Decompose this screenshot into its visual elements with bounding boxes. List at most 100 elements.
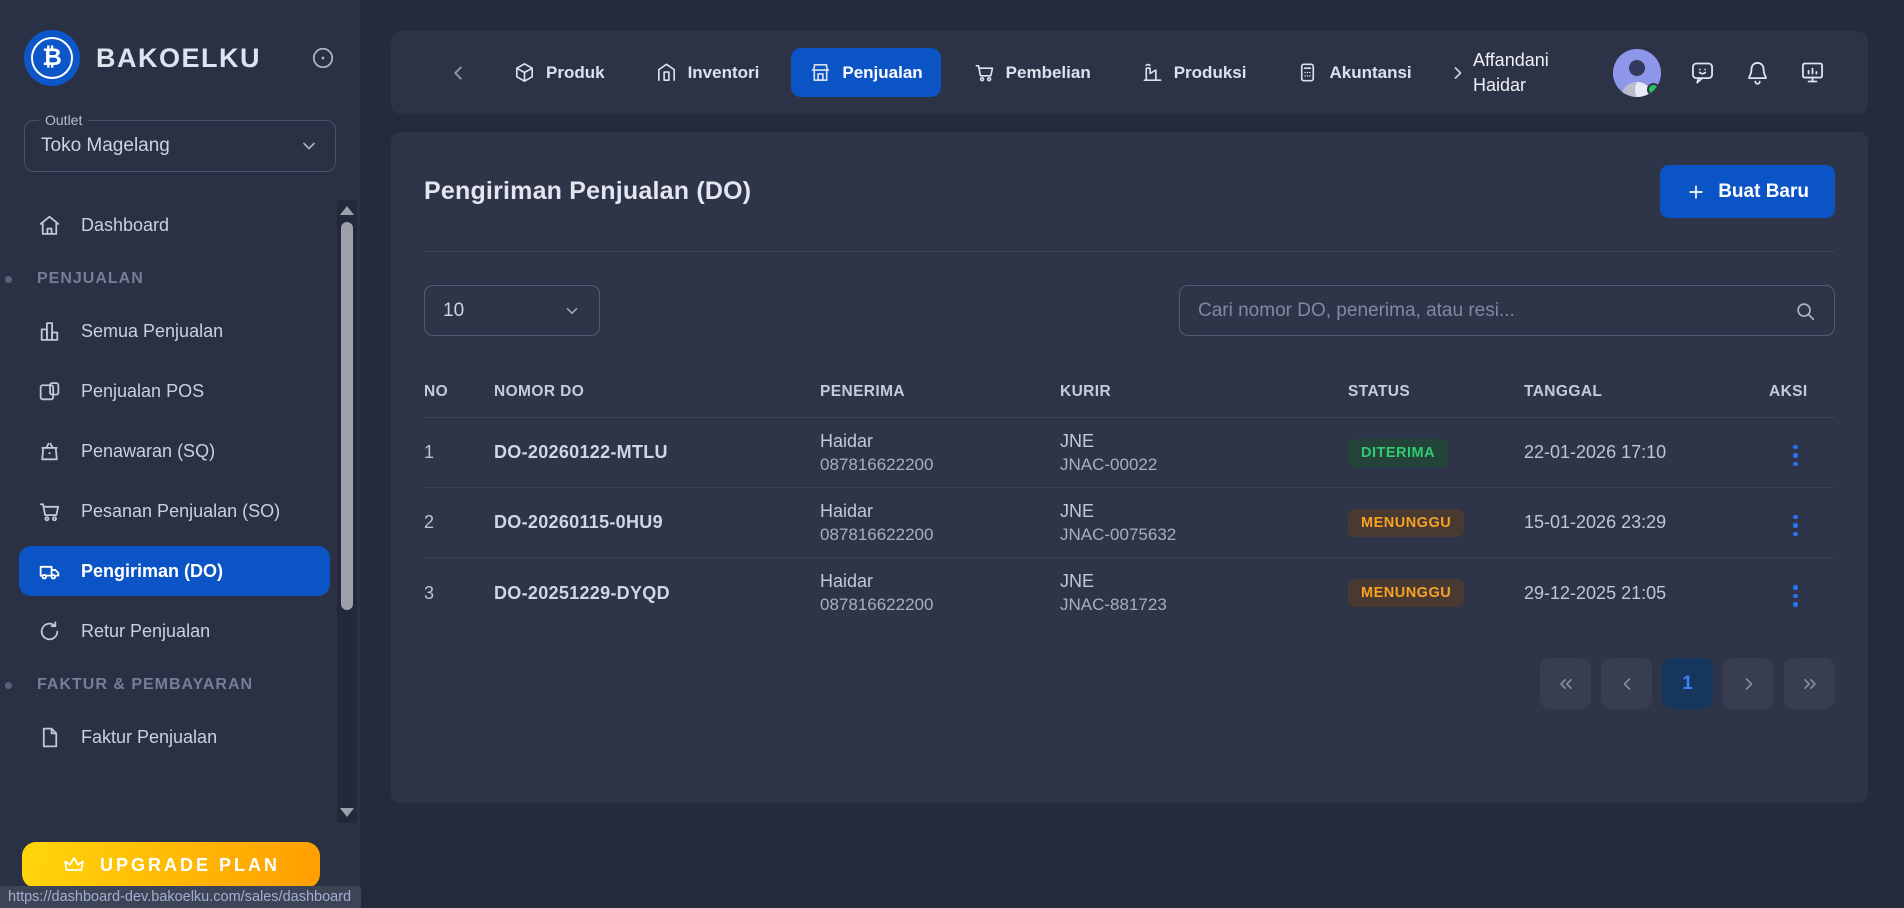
chevron-right-icon <box>1745 677 1752 690</box>
cell-status: MENUNGGU <box>1348 508 1524 537</box>
do-table: NO NOMOR DO PENERIMA KURIR STATUS TANGGA… <box>424 366 1835 628</box>
cell-status: DITERIMA <box>1348 438 1524 467</box>
tab-akuntansi[interactable]: Akuntansi <box>1278 48 1429 97</box>
sidebar-item-label: Pesanan Penjualan (SO) <box>81 500 281 521</box>
tab-label: Pembelian <box>1005 62 1091 82</box>
table-row: 3 DO-20251229-DYQD Haidar 087816622200 J… <box>424 558 1835 628</box>
warehouse-icon <box>655 61 678 84</box>
sidebar-item-retur-penjualan[interactable]: Retur Penjualan <box>19 606 330 656</box>
brand-name: BAKOELKU <box>96 42 261 73</box>
search-icon[interactable] <box>1794 300 1816 322</box>
sidebar: ₿ BAKOELKU Outlet Toko Magelang Dashboar… <box>0 0 360 908</box>
col-header-penerima: PENERIMA <box>820 382 906 400</box>
chevron-down-icon <box>299 136 319 156</box>
sidebar-item-penawaran-sq[interactable]: Penawaran (SQ) <box>19 426 330 476</box>
chevrons-right-icon <box>1803 678 1816 689</box>
cell-kurir: JNE JNAC-0075632 <box>1060 501 1348 545</box>
circle-dot-icon[interactable] <box>310 45 336 71</box>
avatar[interactable] <box>1613 48 1661 97</box>
sidebar-scrollbar[interactable] <box>337 200 357 823</box>
cell-nomor-do: DO-20260115-0HU9 <box>494 512 663 532</box>
cell-tanggal: 22-01-2026 17:10 <box>1524 442 1667 462</box>
scroll-down-arrow-icon[interactable] <box>340 808 354 817</box>
factory-icon <box>1141 61 1164 84</box>
search-input[interactable] <box>1198 299 1794 322</box>
cart-icon <box>37 499 62 524</box>
tab-inventori[interactable]: Inventori <box>637 48 778 97</box>
upgrade-plan-label: UPGRADE PLAN <box>99 854 280 875</box>
page-size-value: 10 <box>443 299 465 321</box>
section-bullet <box>5 681 12 689</box>
pagination-next-button[interactable] <box>1723 658 1774 709</box>
tab-produksi[interactable]: Produksi <box>1123 48 1265 97</box>
outlet-select[interactable]: Outlet Toko Magelang <box>24 112 336 172</box>
status-badge: MENUNGGU <box>1348 579 1465 607</box>
sidebar-section-penjualan: PENJUALAN <box>5 264 330 294</box>
sidebar-item-faktur-penjualan[interactable]: Faktur Penjualan <box>19 712 330 762</box>
document-icon <box>37 725 62 750</box>
penerima-nama: Haidar <box>820 500 874 521</box>
online-status-dot <box>1647 82 1660 96</box>
basket-icon <box>37 439 62 464</box>
pagination-page-1-button[interactable]: 1 <box>1662 658 1713 709</box>
section-label: PENJUALAN <box>37 270 144 287</box>
scrollbar-thumb[interactable] <box>341 222 353 610</box>
bell-icon[interactable] <box>1744 59 1771 86</box>
sidebar-item-pengiriman-do[interactable]: Pengiriman (DO) <box>19 546 330 596</box>
sidebar-item-dashboard[interactable]: Dashboard <box>19 200 330 250</box>
pagination-prev-button[interactable] <box>1601 658 1652 709</box>
row-actions-menu-icon[interactable] <box>1783 579 1808 613</box>
sidebar-item-label: Semua Penjualan <box>81 320 224 341</box>
search-box <box>1179 285 1835 336</box>
tab-label: Penjualan <box>842 62 923 82</box>
bitcoin-b-icon: ₿ <box>31 37 73 79</box>
col-header-aksi: AKSI <box>1769 382 1808 400</box>
section-bullet <box>5 275 12 283</box>
sidebar-item-label: Pengiriman (DO) <box>81 560 224 581</box>
upgrade-plan-button[interactable]: UPGRADE PLAN <box>22 842 320 888</box>
cell-tanggal: 29-12-2025 21:05 <box>1524 582 1667 603</box>
col-header-nomor-do: NOMOR DO <box>494 382 585 400</box>
pagination-last-button[interactable] <box>1784 658 1835 709</box>
sidebar-item-semua-penjualan[interactable]: Semua Penjualan <box>19 306 330 356</box>
tab-label: Produksi <box>1173 62 1247 82</box>
pagination-first-button[interactable] <box>1540 658 1591 709</box>
top-navbar: Produk Inventori Penjualan Pembelian Pro… <box>391 31 1868 114</box>
sidebar-item-label: Penawaran (SQ) <box>81 440 216 461</box>
kurir-nama: JNE <box>1060 500 1095 521</box>
cell-status: MENUNGGU <box>1348 579 1524 607</box>
tab-pembelian[interactable]: Pembelian <box>955 48 1109 97</box>
sidebar-item-label: Faktur Penjualan <box>81 726 218 747</box>
tab-penjualan[interactable]: Penjualan <box>791 48 941 97</box>
module-tabs: Produk Inventori Penjualan Pembelian Pro… <box>495 48 1468 97</box>
cell-tanggal: 15-01-2026 23:29 <box>1524 512 1667 532</box>
chevron-right-icon[interactable] <box>1448 63 1468 83</box>
page-title: Pengiriman Penjualan (DO) <box>424 177 752 205</box>
tab-produk[interactable]: Produk <box>495 48 623 97</box>
cell-nomor-do: DO-20251229-DYQD <box>494 582 670 603</box>
display-icon[interactable] <box>1799 59 1826 86</box>
cell-kurir: JNE JNAC-00022 <box>1060 431 1348 475</box>
page-size-select[interactable]: 10 <box>424 285 600 336</box>
col-header-status: STATUS <box>1348 382 1411 400</box>
app-root: ₿ BAKOELKU Outlet Toko Magelang Dashboar… <box>0 0 1904 908</box>
cell-nomor-do: DO-20260122-MTLU <box>494 442 668 462</box>
chevrons-left-icon <box>1559 678 1572 689</box>
sidebar-menu: Dashboard PENJUALAN Semua Penjualan Penj… <box>0 200 360 762</box>
cell-aksi <box>1769 503 1835 542</box>
cube-icon <box>513 61 536 84</box>
navbar-right: Affandani Haidar <box>1473 48 1826 97</box>
chevron-left-icon[interactable] <box>447 62 469 84</box>
scroll-up-arrow-icon[interactable] <box>340 206 354 215</box>
chat-icon[interactable] <box>1689 59 1716 86</box>
outlet-value: Toko Magelang <box>41 135 170 156</box>
row-actions-menu-icon[interactable] <box>1783 509 1808 543</box>
sidebar-item-penjualan-pos[interactable]: Penjualan POS <box>19 366 330 416</box>
penerima-telepon: 087816622200 <box>820 595 934 614</box>
plus-icon <box>1686 182 1706 202</box>
row-actions-menu-icon[interactable] <box>1783 439 1808 473</box>
sidebar-item-pesanan-penjualan-so[interactable]: Pesanan Penjualan (SO) <box>19 486 330 536</box>
penerima-telepon: 087816622200 <box>820 524 934 544</box>
create-new-button[interactable]: Buat Baru <box>1660 165 1835 218</box>
sidebar-item-label: Dashboard <box>81 214 170 235</box>
